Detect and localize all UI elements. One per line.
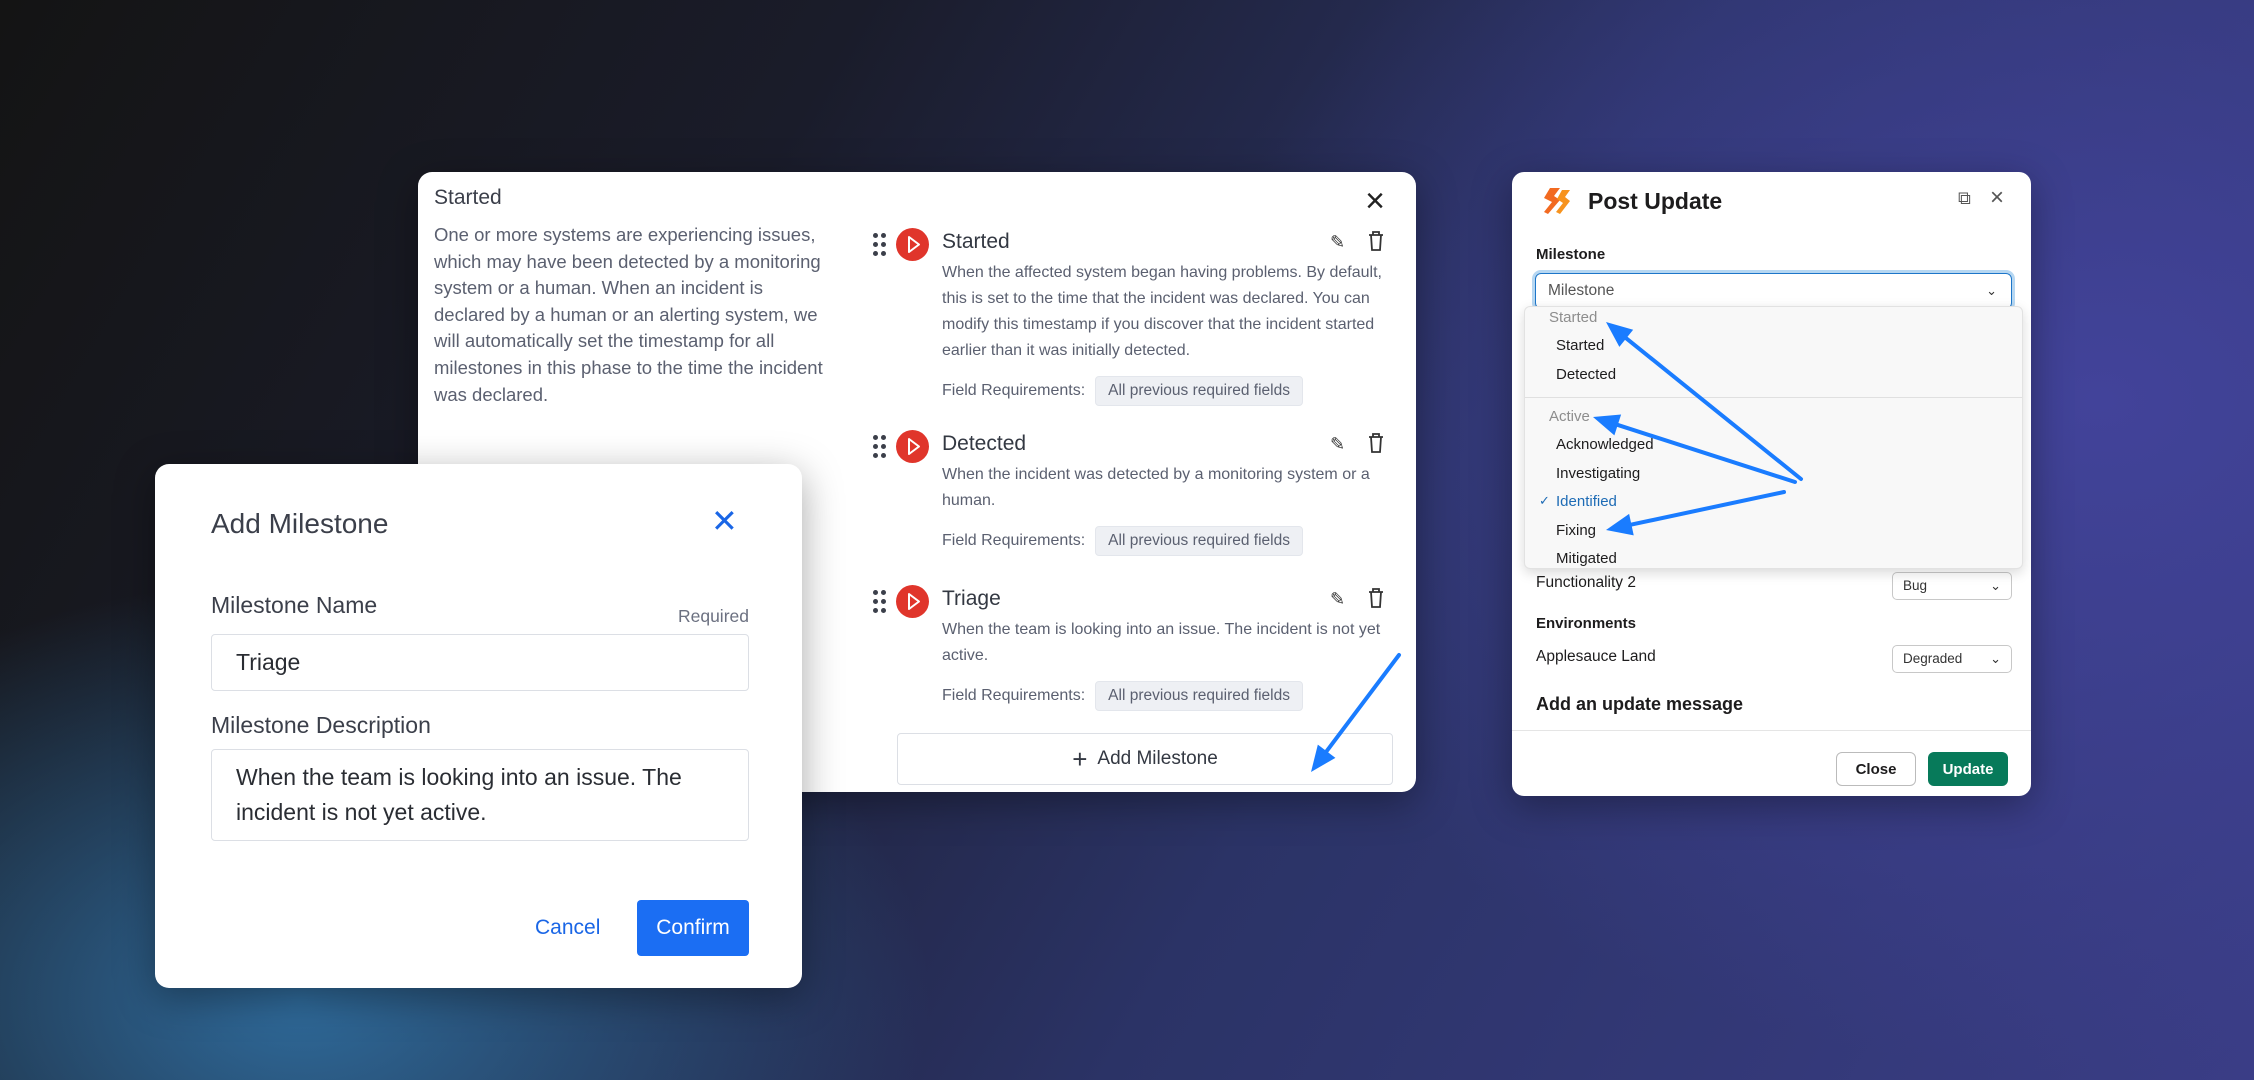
post-update-dialog: Post Update ⧉ × Milestone Milestone ⌄ Fu… [1512, 172, 2031, 796]
dropdown-option[interactable]: Acknowledged [1556, 436, 1654, 453]
dropdown-option[interactable]: Identified [1556, 493, 1617, 510]
field-requirements-label: Field Requirements: [942, 532, 1086, 549]
option-group-header: Started [1549, 309, 1598, 326]
phase-title: Started [434, 186, 502, 209]
add-milestone-button[interactable]: + Add Milestone [897, 733, 1393, 785]
phase-description: One or more systems are experiencing iss… [434, 224, 823, 405]
trash-icon[interactable] [1368, 230, 1384, 252]
trash-icon[interactable] [1368, 587, 1384, 609]
dropdown-option[interactable]: Started [1556, 337, 1604, 354]
update-message-heading: Add an update message [1536, 694, 1744, 714]
add-milestone-modal: Add Milestone ✕ Milestone Name Required … [155, 464, 802, 988]
chevron-down-icon: ⌄ [1990, 651, 2001, 666]
modal-title: Add Milestone [211, 508, 389, 539]
dropdown-option[interactable]: Mitigated [1556, 550, 1617, 567]
environments-label: Environments [1536, 615, 1637, 632]
trash-icon[interactable] [1368, 432, 1384, 454]
close-icon[interactable]: × [1358, 184, 1392, 218]
requirement-badge: All previous required fields [1095, 526, 1303, 556]
requirement-badge: All previous required fields [1095, 681, 1303, 711]
requirement-badge: All previous required fields [1095, 376, 1303, 406]
option-group-header: Active [1549, 408, 1590, 425]
milestone-description-textarea[interactable]: When the team is looking into an issue. … [211, 749, 749, 841]
edit-icon[interactable]: ✎ [1330, 232, 1345, 253]
chevron-down-icon: ⌄ [1990, 578, 2001, 593]
milestone-label: Milestone [1536, 246, 1606, 263]
close-button[interactable]: Close [1836, 752, 1916, 786]
functionality-label: Functionality 2 [1536, 574, 1636, 591]
divider [1512, 730, 2031, 731]
update-button[interactable]: Update [1928, 752, 2008, 786]
milestone-select[interactable]: Milestone ⌄ [1535, 273, 2012, 309]
environment-status-value: Degraded [1903, 651, 1963, 666]
dropdown-option[interactable]: Detected [1556, 366, 1616, 383]
milestone-name-input[interactable]: Triage [211, 634, 749, 691]
milestone-select-placeholder: Milestone [1548, 282, 1615, 299]
edit-icon[interactable]: ✎ [1330, 434, 1345, 455]
milestone-description: When the affected system began having pr… [942, 264, 1382, 359]
add-milestone-label: Add Milestone [1097, 748, 1218, 769]
environment-name: Applesauce Land [1536, 648, 1656, 665]
cancel-button[interactable]: Cancel [535, 916, 600, 940]
milestone-description: When the team is looking into an issue. … [942, 621, 1381, 664]
functionality-select[interactable]: Bug ⌄ [1892, 572, 2012, 600]
required-label: Required [677, 606, 749, 626]
chevron-down-icon: ⌄ [1986, 283, 1997, 298]
drag-handle-icon[interactable] [873, 590, 887, 614]
confirm-button[interactable]: Confirm [637, 900, 749, 956]
dropdown-option[interactable]: Investigating [1556, 465, 1640, 482]
milestone-item: Started ✎ When the affected system began… [870, 228, 1400, 410]
milestone-item: Detected ✎ When the incident was detecte… [870, 430, 1400, 612]
check-icon: ✓ [1539, 493, 1550, 508]
popout-icon[interactable]: ⧉ [1958, 188, 1971, 209]
dialog-title: Post Update [1588, 188, 1723, 214]
drag-handle-icon[interactable] [873, 233, 887, 257]
milestone-name-label: Milestone Name [211, 592, 378, 618]
environment-status-select[interactable]: Degraded ⌄ [1892, 645, 2012, 673]
functionality-value: Bug [1903, 578, 1928, 593]
milestone-title: Triage [942, 587, 1001, 610]
milestone-title: Detected [942, 432, 1027, 455]
plus-icon: + [1072, 744, 1088, 774]
close-icon[interactable]: × [1990, 184, 2004, 212]
milestone-title: Started [942, 230, 1010, 253]
field-requirements-label: Field Requirements: [942, 382, 1086, 399]
divider [1525, 397, 2022, 398]
drag-handle-icon[interactable] [873, 435, 887, 459]
edit-icon[interactable]: ✎ [1330, 589, 1345, 610]
milestone-dropdown-menu: Started Started Detected Active Acknowledged… [1524, 306, 2023, 569]
play-icon [896, 585, 929, 618]
milestone-description-label: Milestone Description [211, 712, 431, 738]
milestone-description: When the incident was detected by a moni… [942, 466, 1370, 509]
dropdown-option[interactable]: Fixing [1556, 522, 1596, 539]
play-icon [896, 430, 929, 463]
play-icon [896, 228, 929, 261]
field-requirements-label: Field Requirements: [942, 687, 1086, 704]
app-logo-icon [1544, 188, 1570, 214]
close-icon[interactable]: ✕ [711, 502, 738, 540]
